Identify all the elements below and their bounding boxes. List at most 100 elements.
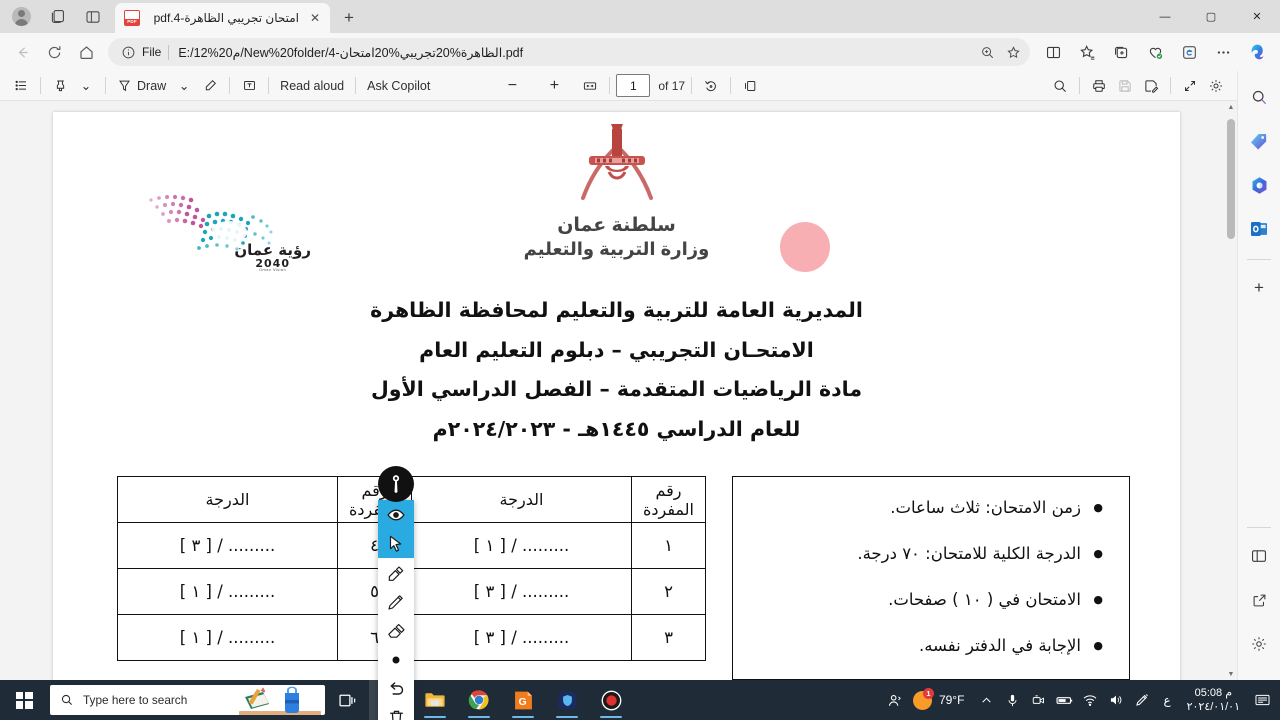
ie-mode-icon[interactable] <box>1172 37 1206 67</box>
undo-tool[interactable] <box>378 674 414 703</box>
profile-avatar[interactable] <box>4 3 38 31</box>
taskbar-gom-player[interactable]: G <box>501 680 545 720</box>
cell-deg-b: ......... / [ ١ ] <box>117 568 338 615</box>
window-controls: — ▢ ✕ <box>1142 0 1280 33</box>
home-icon[interactable] <box>70 37 102 67</box>
close-window-button[interactable]: ✕ <box>1234 0 1280 33</box>
scrollbar-thumb[interactable] <box>1227 119 1235 239</box>
split-screen-icon[interactable] <box>1036 37 1070 67</box>
sidebar-panel-icon[interactable] <box>1243 540 1275 572</box>
page-view-icon[interactable] <box>737 74 763 98</box>
settings-icon[interactable] <box>1203 74 1229 98</box>
maximize-button[interactable]: ▢ <box>1188 0 1234 33</box>
scroll-down-arrow[interactable]: ▼ <box>1225 668 1237 680</box>
annotation-pen-badge[interactable] <box>378 466 414 502</box>
copilot-icon[interactable] <box>1240 37 1274 67</box>
camera-icon[interactable] <box>1025 680 1051 720</box>
clock[interactable]: 05:08 م ٢٠٢٤/٠١/٠١ <box>1179 686 1248 714</box>
ask-copilot-button[interactable]: Ask Copilot <box>362 74 435 98</box>
heading-line-4: للعام الدراسي ١٤٤٥هـ - ٢٠٢٤/٢٠٢٣م <box>432 416 801 441</box>
highlighter-dropdown[interactable]: ⌄ <box>73 74 99 98</box>
fit-page-icon[interactable] <box>577 74 603 98</box>
erase-button[interactable] <box>197 74 223 98</box>
draw-button[interactable]: Draw <box>112 74 171 98</box>
wifi-icon[interactable] <box>1077 680 1103 720</box>
windows-start-icon[interactable] <box>0 680 48 720</box>
save-icon[interactable] <box>1112 74 1138 98</box>
notification-icon[interactable] <box>1248 680 1276 720</box>
language-indicator[interactable]: ع <box>1155 693 1178 707</box>
search-illustration <box>239 686 321 715</box>
split-tabs-icon[interactable] <box>76 3 110 31</box>
delete-tool[interactable] <box>378 703 414 720</box>
pen-tray-icon[interactable] <box>1129 680 1155 720</box>
document-headings: المديرية العامة للتربية والتعليم لمحافظة… <box>53 291 1180 449</box>
cursor-select-tool[interactable] <box>378 529 414 558</box>
close-icon[interactable]: ✕ <box>306 9 324 27</box>
save-as-icon[interactable] <box>1138 74 1164 98</box>
taskbar-chrome[interactable] <box>457 680 501 720</box>
search-icon[interactable] <box>1047 74 1073 98</box>
copilot-m365-icon[interactable] <box>1243 169 1275 201</box>
collections-icon[interactable] <box>1104 37 1138 67</box>
text-button[interactable] <box>236 74 262 98</box>
chevron-up-icon[interactable] <box>973 680 999 720</box>
browser-tab[interactable]: امتحان تجريبي الظاهرة-4.pdf ✕ <box>115 3 330 33</box>
pencil-tool[interactable] <box>378 587 414 616</box>
th-grade-b: الدرجة <box>117 476 338 523</box>
battery-icon[interactable] <box>1051 680 1077 720</box>
page-number-input[interactable]: 1 <box>616 74 651 97</box>
rotate-icon[interactable] <box>698 74 724 98</box>
fullscreen-icon[interactable] <box>1177 74 1203 98</box>
dot-color-tool[interactable] <box>378 645 414 674</box>
people-icon[interactable] <box>883 680 909 720</box>
scroll-up-arrow[interactable]: ▲ <box>1225 101 1237 113</box>
open-external-icon[interactable] <box>1243 584 1275 616</box>
th-item-number-a: رقم المفردة <box>631 476 706 523</box>
task-view-icon[interactable] <box>325 680 369 720</box>
weather-widget[interactable]: 1 79°F <box>909 687 973 710</box>
pink-circle-annotation <box>780 222 830 272</box>
highlighter-tool[interactable] <box>378 558 414 587</box>
favorites-icon[interactable] <box>1070 37 1104 67</box>
volume-icon[interactable] <box>1103 680 1129 720</box>
page-scrollbar[interactable]: ▲ ▼ <box>1225 101 1237 680</box>
print-icon[interactable] <box>1086 74 1112 98</box>
weather-sun-icon: 1 <box>912 687 934 710</box>
search-input[interactable]: Type here to search <box>50 685 325 715</box>
add-sidebar-app-button[interactable]: + <box>1243 272 1275 304</box>
zoom-out-button[interactable]: − <box>499 74 525 98</box>
pdf-page: رؤية عمان 2040 Oman Vision سلطنة عمان وز… <box>53 112 1180 680</box>
settings-gear-icon[interactable] <box>1243 628 1275 660</box>
star-icon[interactable] <box>1000 40 1026 64</box>
tab-strip-left-buttons <box>0 0 112 33</box>
new-tab-button[interactable]: + <box>334 4 364 32</box>
toc-button[interactable] <box>8 74 34 98</box>
browser-essentials-icon[interactable] <box>1138 37 1172 67</box>
heading-line-3: مادة الرياضيات المتقدمة – الفصل الدراسي … <box>370 377 863 401</box>
read-aloud-button[interactable]: Read aloud <box>275 74 349 98</box>
highlighter-button[interactable] <box>47 74 73 98</box>
shopping-tag-icon[interactable] <box>1243 125 1275 157</box>
mic-icon[interactable] <box>999 680 1025 720</box>
eye-visibility-tool[interactable] <box>378 500 414 529</box>
zoom-in-button[interactable]: + <box>541 74 567 98</box>
reload-icon[interactable] <box>38 37 70 67</box>
minimize-button[interactable]: — <box>1142 0 1188 33</box>
info-icon[interactable] <box>118 42 138 62</box>
back-icon[interactable] <box>6 37 38 67</box>
more-options-icon[interactable] <box>1206 37 1240 67</box>
tab-actions-icon[interactable] <box>40 3 74 31</box>
system-tray: 1 79°F ع 05:08 م ٢٠٢٤/٠١/٠١ <box>883 680 1280 720</box>
pdf-viewport[interactable]: رؤية عمان 2040 Oman Vision سلطنة عمان وز… <box>0 101 1237 680</box>
taskbar-recorder[interactable] <box>589 680 633 720</box>
taskbar-shield-app[interactable] <box>545 680 589 720</box>
address-input[interactable]: File E:/12%20م/New%20folder/4-الظاهرة%20… <box>108 38 1030 66</box>
draw-dropdown[interactable]: ⌄ <box>171 74 197 98</box>
search-icon[interactable] <box>1243 81 1275 113</box>
zoom-in-icon[interactable] <box>974 40 1000 64</box>
outlook-icon[interactable] <box>1243 213 1275 245</box>
th-grade-a: الدرجة <box>411 476 632 523</box>
taskbar-file-explorer[interactable] <box>413 680 457 720</box>
eraser-tool[interactable] <box>378 616 414 645</box>
